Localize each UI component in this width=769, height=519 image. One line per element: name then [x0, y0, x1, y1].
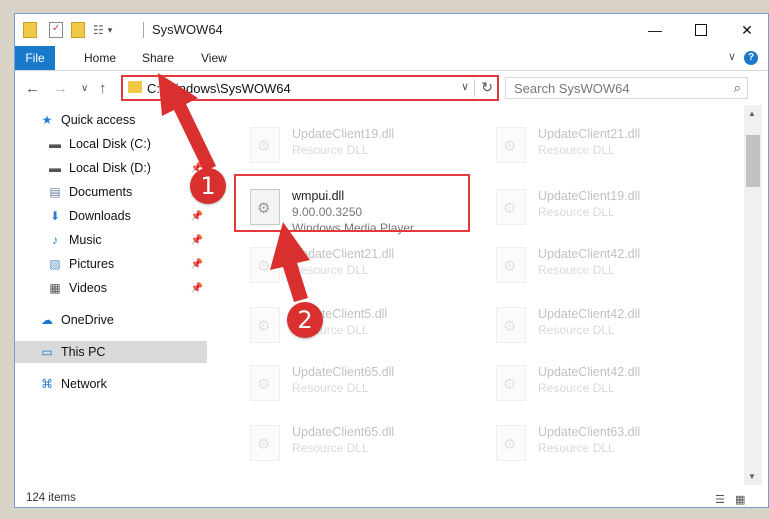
step-1-badge: 1 — [190, 168, 226, 204]
step-2-badge: 2 — [287, 302, 323, 338]
arrow-step-2 — [270, 222, 310, 302]
annotation-arrows — [158, 73, 310, 302]
arrow-step-1 — [158, 73, 216, 172]
